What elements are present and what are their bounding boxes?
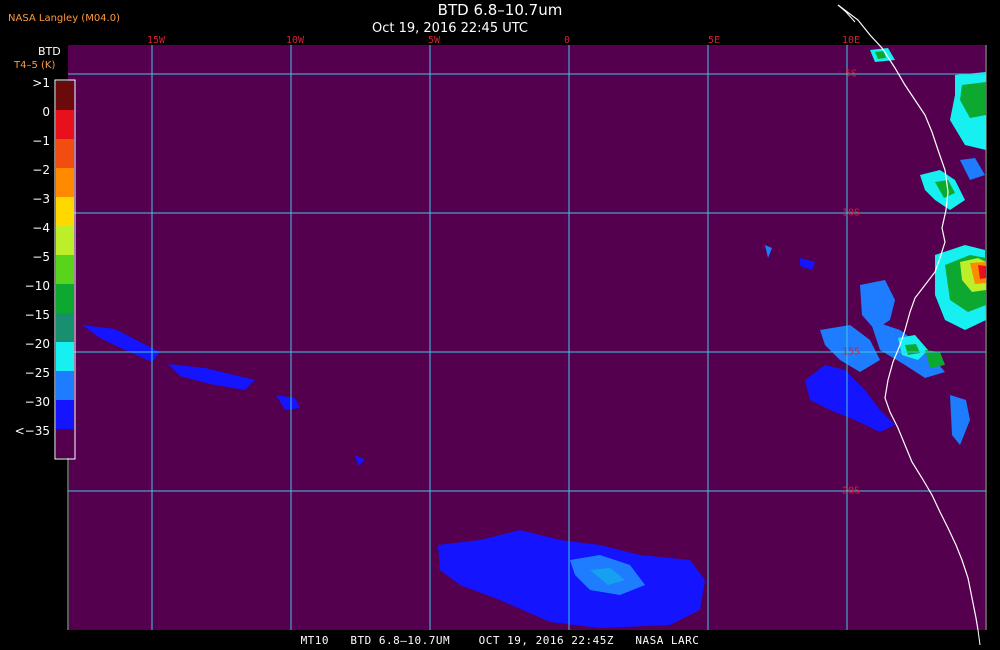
legend-swatch xyxy=(56,255,74,284)
legend-label: −25 xyxy=(24,366,50,380)
legend-label: −15 xyxy=(24,308,50,322)
legend-swatch xyxy=(56,139,74,168)
legend-label: −30 xyxy=(24,395,50,409)
lon-label-10w: 10W xyxy=(285,35,305,46)
legend-swatch xyxy=(56,284,74,313)
legend-swatch xyxy=(56,429,74,458)
legend-swatch xyxy=(56,168,74,197)
lon-label-15w: 15W xyxy=(146,35,166,46)
legend-label: −2 xyxy=(32,163,50,177)
legend-swatch xyxy=(56,342,74,371)
satellite-map xyxy=(54,4,987,646)
lat-label-10s: 10S xyxy=(841,207,861,219)
legend-label: −1 xyxy=(32,134,50,148)
legend-swatch xyxy=(56,400,74,429)
lat-label-20s: 20S xyxy=(841,485,861,497)
legend-colorbar xyxy=(54,79,76,460)
legend-swatch xyxy=(56,197,74,226)
legend-label: >1 xyxy=(32,76,50,90)
lon-label-10e: 10E xyxy=(841,35,861,46)
legend-swatch xyxy=(56,371,74,400)
coastline-north xyxy=(837,4,856,23)
legend-label: <−35 xyxy=(14,424,50,438)
footer-caption: MT10 BTD 6.8–10.7UM OCT 19, 2016 22:45Z … xyxy=(300,634,700,647)
lon-label-0: 0 xyxy=(563,35,571,46)
legend-label: −4 xyxy=(32,221,50,235)
legend-label: −10 xyxy=(24,279,50,293)
legend-swatch xyxy=(56,226,74,255)
lon-label-5e: 5E xyxy=(707,35,721,46)
legend-label: −5 xyxy=(32,250,50,264)
legend-swatch xyxy=(56,81,74,110)
lat-label-5s: 5S xyxy=(844,68,858,80)
lon-label-5w: 5W xyxy=(427,35,441,46)
legend-label: 0 xyxy=(42,105,50,119)
legend-swatch xyxy=(56,110,74,139)
legend-label: −20 xyxy=(24,337,50,351)
legend-swatch xyxy=(56,313,74,342)
legend-label: −3 xyxy=(32,192,50,206)
lat-label-15s: 15S xyxy=(841,346,861,358)
